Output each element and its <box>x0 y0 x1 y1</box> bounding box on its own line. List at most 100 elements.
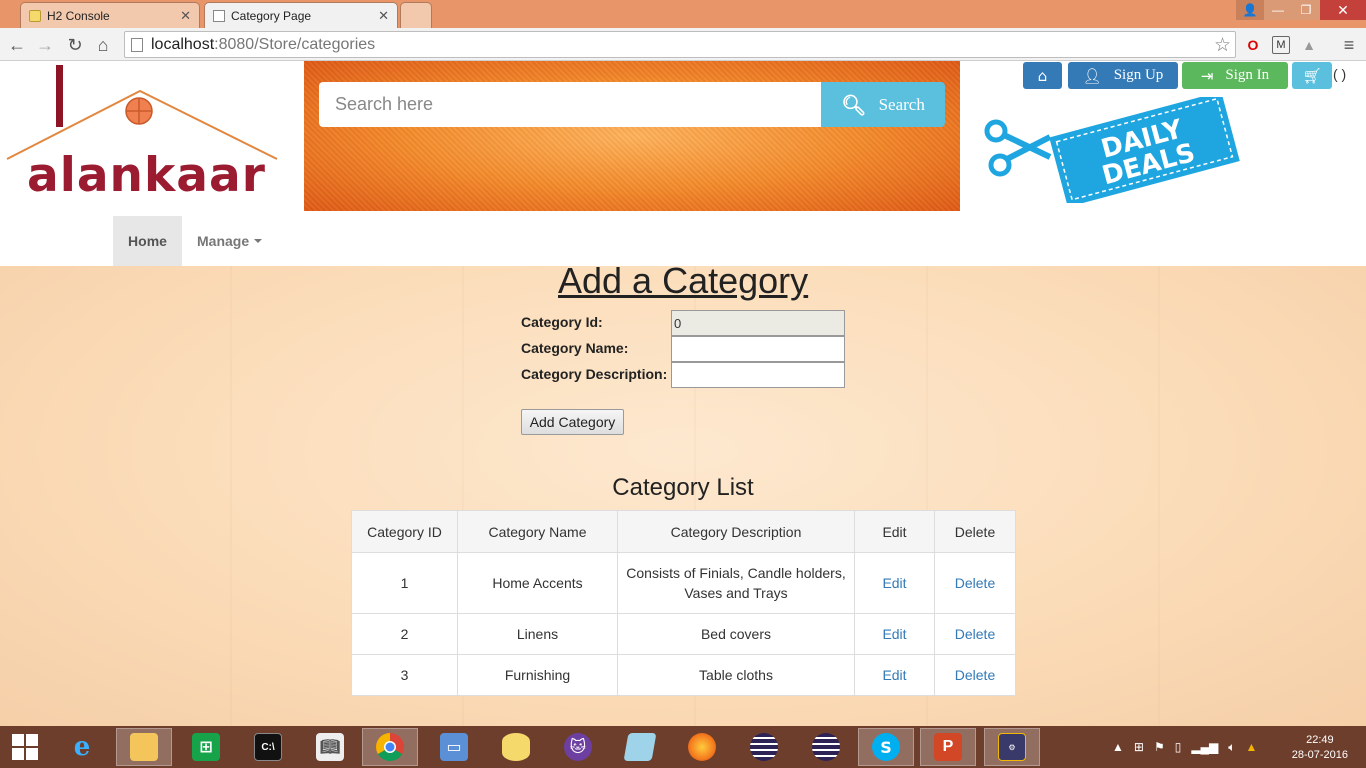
battery-icon[interactable]: ▯ <box>1175 740 1182 754</box>
column-header: Edit <box>854 510 935 553</box>
opera-extension-icon[interactable]: O <box>1244 36 1262 54</box>
column-header: Category ID <box>351 510 458 553</box>
taskbar-firefox[interactable] <box>674 728 730 766</box>
close-icon[interactable]: ✕ <box>378 8 389 24</box>
log-in-icon: ⇥ <box>1200 66 1214 85</box>
taskbar-internet-explorer[interactable]: e <box>54 728 110 766</box>
category-id-label: Category Id: <box>521 314 603 330</box>
drive-icon[interactable]: ▲ <box>1300 36 1318 54</box>
system-clock[interactable]: 22:49 28-07-2016 <box>1292 733 1348 763</box>
tab-title: H2 Console <box>47 8 110 23</box>
nav-manage-label: Manage <box>197 233 250 249</box>
category-name-cell: Home Accents <box>457 552 618 614</box>
taskbar-store[interactable]: ⊞ <box>178 728 234 766</box>
taskbar-h2-database[interactable] <box>488 728 544 766</box>
tab-h2-console[interactable]: H2 Console ✕ <box>20 2 200 28</box>
clock-date: 28-07-2016 <box>1291 749 1348 761</box>
category-name-field[interactable] <box>671 336 845 362</box>
forward-icon[interactable]: → <box>34 34 56 56</box>
edit-link[interactable]: Edit <box>882 667 906 683</box>
taskbar-command-prompt[interactable]: C:\ <box>240 728 296 766</box>
signal-icon[interactable]: ▂▄▆ <box>1191 740 1218 754</box>
book-icon: 📖︎ <box>316 733 344 761</box>
close-window-icon[interactable]: ✕ <box>1320 0 1366 20</box>
category-id-field <box>671 310 845 336</box>
taskbar-skype[interactable]: S <box>858 728 914 766</box>
close-icon[interactable]: ✕ <box>180 8 191 24</box>
table-row: 1 Home Accents Consists of Finials, Cand… <box>351 552 1016 614</box>
delete-link[interactable]: Delete <box>955 667 995 683</box>
flag-icon[interactable]: ⚑ <box>1154 740 1165 754</box>
windows-taskbar: e ⊞ C:\ 📖︎ ▭ 🐱︎ S P ⚙ ▲ ⊞ ⚑ ▯ ▂▄▆ 🔈︎ ▲ 2… <box>0 726 1366 768</box>
alankaar-logo[interactable]: alankaar <box>5 63 285 198</box>
column-header: Delete <box>934 510 1016 553</box>
url-path: :8080/Store/categories <box>214 35 376 53</box>
category-description-cell: Consists of Finials, Candle holders, Vas… <box>617 552 855 614</box>
extension-icon[interactable]: M <box>1272 36 1290 54</box>
edit-link[interactable]: Edit <box>882 575 906 591</box>
address-bar[interactable]: localhost:8080/Store/categories ☆ <box>124 31 1236 58</box>
taskbar-notepad[interactable] <box>612 728 668 766</box>
taskbar-eclipse-2[interactable] <box>798 728 854 766</box>
search-input[interactable] <box>319 82 822 127</box>
new-tab-button[interactable] <box>400 2 432 28</box>
home-icon[interactable]: ⌂ <box>92 34 114 56</box>
terminal-icon: C:\ <box>254 733 282 761</box>
menu-icon[interactable]: ≡ <box>1340 35 1358 55</box>
volume-icon[interactable]: 🔈︎ <box>1228 740 1235 755</box>
user-icon[interactable]: 👤 <box>1236 0 1264 20</box>
nav-manage-dropdown[interactable]: Manage <box>197 216 263 266</box>
search-button[interactable]: 🔍︎ Search <box>821 82 945 127</box>
taskbar-app[interactable]: ▭ <box>426 728 482 766</box>
web-page: alankaar 🔍︎ Search ⌂ 👤︎ Sign Up ⇥ Sign I… <box>0 61 1366 726</box>
powerpoint-icon: P <box>934 733 962 761</box>
caret-down-icon <box>254 239 263 243</box>
back-icon[interactable]: ← <box>6 34 28 56</box>
edit-link[interactable]: Edit <box>882 626 906 642</box>
delete-link[interactable]: Delete <box>955 575 995 591</box>
taskbar-file-explorer[interactable] <box>116 728 172 766</box>
restore-icon[interactable]: ❐ <box>1292 0 1320 20</box>
reload-icon[interactable]: ↻ <box>64 34 86 56</box>
internet-explorer-icon: e <box>73 732 91 762</box>
category-description-field[interactable] <box>671 362 845 388</box>
category-name-label: Category Name: <box>521 340 629 356</box>
sign-up-button[interactable]: 👤︎ Sign Up <box>1068 62 1178 89</box>
google-drive-icon[interactable]: ▲ <box>1246 740 1258 754</box>
nav-home[interactable]: Home <box>113 216 182 266</box>
main-navbar: Home Manage <box>0 216 1366 266</box>
notepad-icon <box>623 733 657 761</box>
category-description-cell: Table cloths <box>617 654 855 696</box>
user-icon: 👤︎ <box>1082 66 1102 85</box>
show-hidden-icons[interactable]: ▲ <box>1112 740 1124 754</box>
edit-cell: Edit <box>854 552 935 614</box>
search-icon: 🔍︎ <box>841 92 867 117</box>
taskbar-java-ee-ide[interactable]: ⚙ <box>984 728 1040 766</box>
database-icon <box>29 9 41 22</box>
home-button[interactable]: ⌂ <box>1023 62 1062 89</box>
taskbar-eclipse[interactable] <box>736 728 792 766</box>
taskbar-reader[interactable]: 📖︎ <box>302 728 358 766</box>
add-category-button[interactable]: Add Category <box>521 409 624 435</box>
minimize-icon[interactable]: — <box>1264 0 1292 20</box>
taskbar-chrome[interactable] <box>362 728 418 766</box>
delete-link[interactable]: Delete <box>955 626 995 642</box>
daily-deals-image[interactable]: DAILY DEALS <box>978 97 1248 203</box>
taskbar-github[interactable]: 🐱︎ <box>550 728 606 766</box>
category-name-cell: Furnishing <box>457 654 618 696</box>
taskbar-powerpoint[interactable]: P <box>920 728 976 766</box>
start-button[interactable] <box>0 728 50 766</box>
tab-category-page[interactable]: Category Page ✕ <box>204 2 398 28</box>
eclipse-icon <box>812 733 840 761</box>
bookmark-star-icon[interactable]: ☆ <box>1214 34 1231 57</box>
category-description-label: Category Description: <box>521 366 668 382</box>
home-icon: ⌂ <box>1037 66 1048 85</box>
network-icon[interactable]: ⊞ <box>1134 740 1144 754</box>
browser-toolbar: ← → ↻ ⌂ localhost:8080/Store/categories … <box>0 28 1366 61</box>
browser-tabstrip: H2 Console ✕ Category Page ✕ 👤 — ❐ ✕ <box>0 0 1366 28</box>
sign-up-label: Sign Up <box>1113 67 1164 83</box>
cart-count: ( ) <box>1333 66 1347 82</box>
sign-in-button[interactable]: ⇥ Sign In <box>1182 62 1288 89</box>
cart-button[interactable]: 🛒︎ <box>1292 62 1332 89</box>
main-content: Add a Category Category Id: Category Nam… <box>0 260 1366 726</box>
